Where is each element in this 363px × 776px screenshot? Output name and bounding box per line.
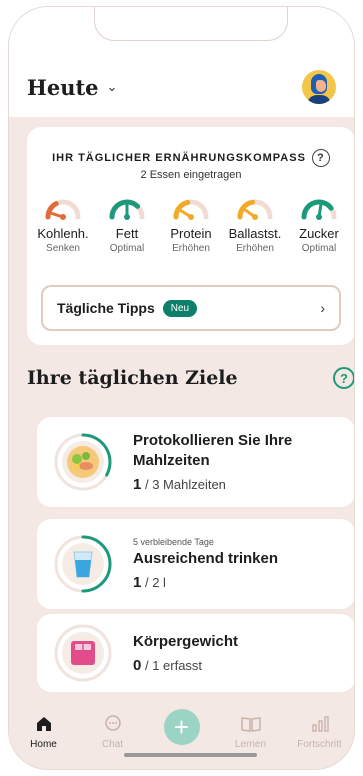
daily-tips-label: Tägliche Tipps — [57, 300, 155, 316]
nav-learn[interactable]: Lernen — [216, 697, 285, 769]
gauge-status: Senken — [46, 243, 80, 254]
goal-progress-ring — [53, 534, 113, 594]
phone-frame: Heute ⌄ IHR TÄGLICHER ERNÄHRUNGSKOMPASS?… — [8, 6, 355, 770]
goal-title: Ausreichend trinken — [133, 550, 279, 567]
gauge-dial-icon — [109, 199, 145, 220]
goal-card-water[interactable]: 5 verbleibende Tage Ausreichend trinken … — [37, 519, 354, 609]
gauge-dial-icon — [173, 199, 209, 220]
nav-learn-label: Lernen — [234, 739, 267, 750]
gauge-status: Erhöhen — [172, 243, 210, 254]
goal-value-unit: / 2 l — [144, 575, 166, 590]
goals-help-icon[interactable]: ? — [333, 367, 354, 389]
gauge-label: Fett — [115, 226, 139, 241]
add-icon: + — [163, 709, 200, 745]
goal-title: Körpergewicht — [133, 633, 239, 650]
gauge-status: Erhöhen — [236, 243, 274, 254]
goal-value-number: 1 — [133, 476, 142, 493]
goals-title: Ihre täglichen Ziele — [27, 367, 238, 389]
book-icon — [216, 713, 285, 735]
goal-value: 1 / 2 l — [133, 574, 278, 591]
nutrient-gauge[interactable]: Fett Optimal — [97, 195, 157, 254]
nav-progress-label: Fortschritt — [297, 739, 342, 750]
goal-value-unit: / 3 Mahlzeiten — [144, 477, 226, 492]
nutrition-compass-card: IHR TÄGLICHER ERNÄHRUNGSKOMPASS? 2 Essen… — [27, 127, 354, 345]
goal-value-unit: / 1 erfasst — [144, 658, 203, 673]
device-notch — [94, 7, 288, 41]
compass-subtitle: 2 Essen eingetragen — [140, 169, 242, 181]
gauge-label: Zucker — [299, 226, 339, 241]
nav-progress[interactable]: Fortschritt — [285, 697, 354, 769]
chat-icon — [78, 713, 147, 735]
gauge-label: Protein — [170, 226, 212, 241]
gauge-status: Optimal — [301, 243, 337, 254]
goal-value-number: 0 — [133, 657, 142, 674]
gauge-label: Ballastst. — [228, 226, 282, 241]
nav-home-label: Home — [30, 739, 57, 750]
compass-title-text: IHR TÄGLICHER ERNÄHRUNGSKOMPASS — [52, 151, 306, 164]
nutrient-gauge[interactable]: Zucker Optimal — [289, 195, 349, 254]
help-icon[interactable]: ? — [311, 149, 330, 167]
day-selector[interactable]: Heute ⌄ — [27, 75, 117, 100]
header: Heute ⌄ — [27, 67, 336, 107]
nutrient-gauge[interactable]: Ballastst. Erhöhen — [225, 195, 285, 254]
chevron-right-icon: › — [320, 300, 325, 316]
gauge-status: Optimal — [109, 243, 145, 254]
goal-card-meals[interactable]: Protokollieren Sie Ihre Mahlzeiten 1 / 3… — [37, 417, 354, 507]
goal-progress-ring — [53, 623, 113, 683]
gauge-dial-icon — [45, 199, 81, 220]
new-badge: Neu — [162, 299, 198, 317]
gauge-dial-icon — [301, 199, 337, 220]
goal-title: Protokollieren Sie Ihre Mahlzeiten — [133, 432, 293, 469]
nav-chat[interactable]: Chat — [78, 697, 147, 769]
nutrient-gauge[interactable]: Protein Erhöhen — [161, 195, 221, 254]
goal-value: 0 / 1 erfasst — [133, 657, 238, 674]
chevron-down-icon: ⌄ — [106, 79, 118, 94]
goal-value: 1 / 3 Mahlzeiten — [133, 476, 354, 493]
goal-value-number: 1 — [133, 574, 142, 591]
compass-title: IHR TÄGLICHER ERNÄHRUNGSKOMPASS? — [27, 149, 354, 167]
bar-chart-icon — [285, 713, 354, 735]
avatar-icon[interactable] — [302, 70, 336, 104]
goal-card-weight[interactable]: Körpergewicht 0 / 1 erfasst — [37, 614, 354, 692]
nutrient-gauge[interactable]: Kohlenh. Senken — [33, 195, 93, 254]
gauge-dial-icon — [237, 199, 273, 220]
home-indicator — [124, 753, 257, 757]
nav-chat-label: Chat — [101, 739, 124, 750]
nav-add[interactable]: + — [147, 697, 216, 769]
goals-header: Ihre täglichen Ziele ? — [27, 367, 354, 389]
daily-tips-button[interactable]: Tägliche Tipps Neu › — [41, 285, 341, 331]
day-title: Heute — [27, 74, 99, 100]
nav-home[interactable]: Home — [9, 697, 78, 769]
goal-progress-ring — [53, 432, 113, 492]
gauge-label: Kohlenh. — [37, 226, 89, 241]
home-icon — [9, 713, 78, 735]
goal-subtitle: 5 verbleibende Tage — [133, 537, 214, 547]
bottom-nav: Home Chat + Lernen Fortschritt — [9, 697, 354, 769]
gauge-row: Kohlenh. Senken Fett Optimal Protein Erhöhen B… — [27, 195, 354, 254]
